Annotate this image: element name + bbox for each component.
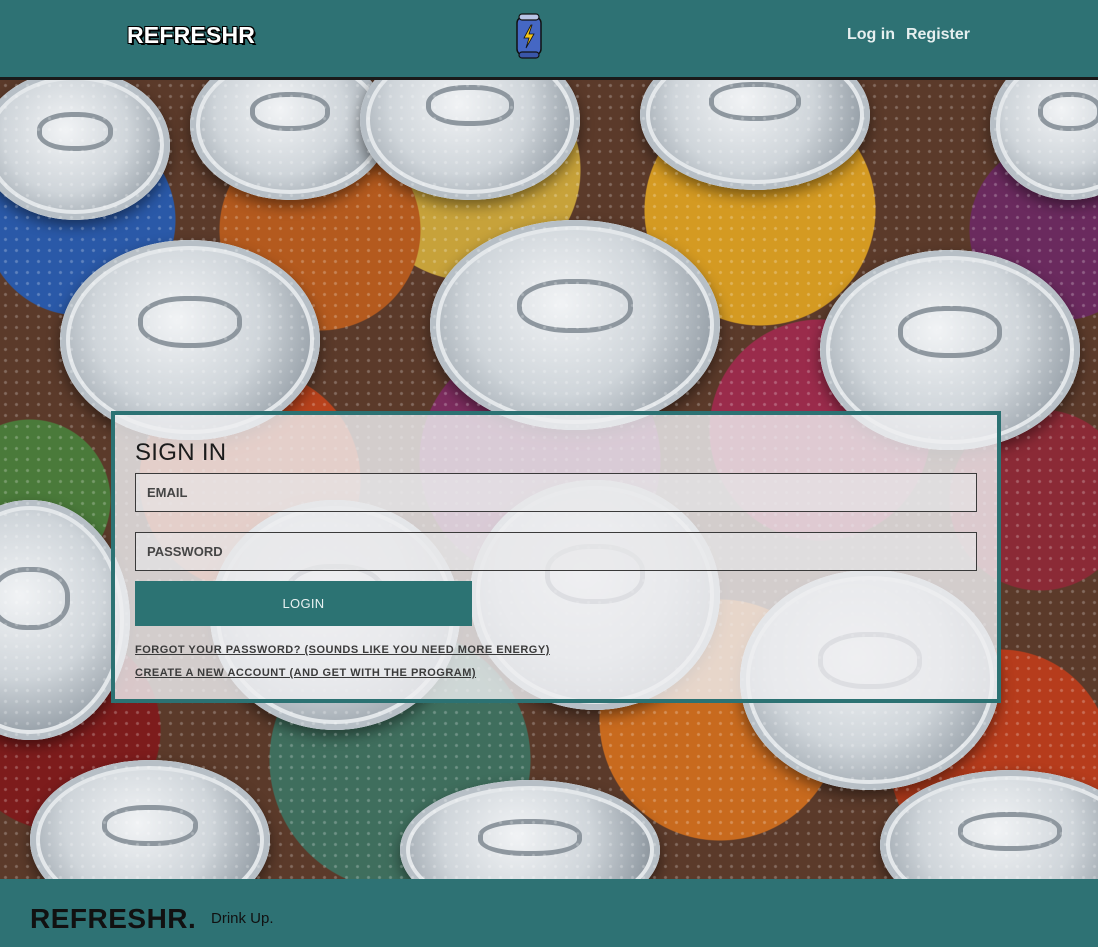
brand-logo-text[interactable]: REFRESHR — [127, 22, 255, 49]
header-nav: Log in Register — [847, 26, 970, 44]
footer-tagline: Drink Up. — [211, 910, 274, 927]
forgot-password-link[interactable]: FORGOT YOUR PASSWORD? (SOUNDS LIKE YOU N… — [135, 644, 550, 656]
email-field[interactable] — [135, 473, 977, 512]
sign-in-panel: SIGN IN LOGIN FORGOT YOUR PASSWORD? (SOU… — [111, 411, 1001, 703]
footer-brand: REFRESHR. — [30, 903, 197, 934]
footer: REFRESHR. Drink Up. — [0, 879, 1098, 947]
password-field[interactable] — [135, 532, 977, 571]
login-button[interactable]: LOGIN — [135, 581, 472, 626]
top-nav-bar: REFRESHR Log in Register — [0, 0, 1098, 80]
register-link[interactable]: Register — [906, 26, 970, 44]
login-link[interactable]: Log in — [847, 26, 895, 44]
create-account-link[interactable]: CREATE A NEW ACCOUNT (AND GET WITH THE P… — [135, 667, 476, 679]
sign-in-title: SIGN IN — [135, 439, 227, 466]
energy-drink-can-icon[interactable] — [514, 13, 544, 59]
